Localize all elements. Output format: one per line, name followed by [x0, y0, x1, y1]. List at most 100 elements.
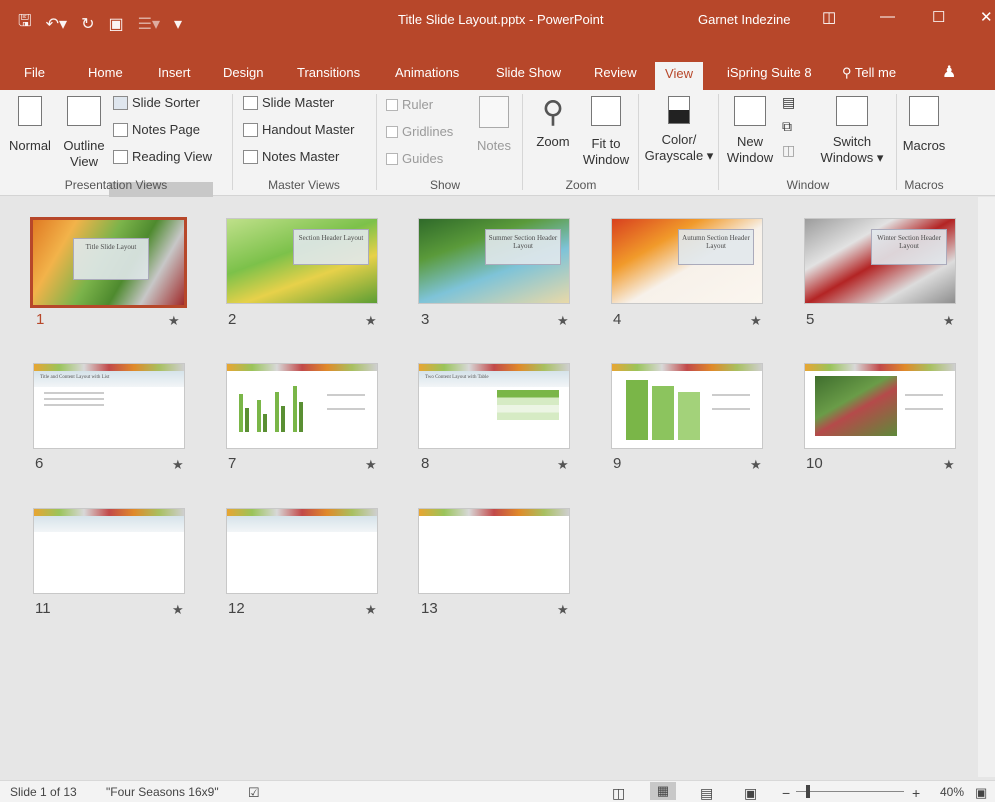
star-icon[interactable]: ★ [172, 457, 184, 473]
ribbon-display-options-icon[interactable]: ◫ [822, 8, 836, 26]
zoom-out-button[interactable]: − [782, 785, 790, 801]
slide-thumbnail[interactable] [804, 363, 956, 449]
checkbox-icon [386, 125, 398, 138]
notes-page-icon [113, 122, 128, 137]
paste-options-icon[interactable]: ☰▾ [138, 14, 160, 34]
user-name[interactable]: Garnet Indezine [698, 12, 791, 27]
seasonal-banner [227, 364, 377, 371]
seasonal-banner [34, 509, 184, 516]
cascade-icon[interactable]: ⧉ [782, 118, 792, 135]
title-band [34, 516, 184, 532]
star-icon[interactable]: ★ [943, 457, 955, 473]
star-icon[interactable]: ★ [557, 602, 569, 618]
checkbox-icon [386, 98, 398, 111]
move-split-icon[interactable]: ◫ [782, 142, 795, 159]
slide-thumbnail[interactable] [226, 363, 378, 449]
slide-sorter-pane: Title Slide Layout 1 ★ Section Header La… [8, 197, 978, 777]
slide-thumbnail[interactable]: Summer Section Header Layout [418, 218, 570, 304]
slide-thumbnail[interactable]: Autumn Section Header Layout [611, 218, 763, 304]
outline-view-button[interactable]: Outline View [58, 96, 110, 169]
slide-thumbnail[interactable]: Section Header Layout [226, 218, 378, 304]
handout-master-button[interactable]: Handout Master [243, 122, 355, 137]
slide-thumbnail[interactable] [611, 363, 763, 449]
slide-show-icon[interactable]: ▣ [744, 785, 757, 802]
start-from-beginning-icon[interactable]: ▣ [108, 14, 123, 34]
chart-bar [293, 386, 297, 432]
star-icon[interactable]: ★ [557, 313, 569, 329]
slide-thumbnail[interactable] [226, 508, 378, 594]
star-icon[interactable]: ★ [168, 313, 180, 329]
star-icon[interactable]: ★ [557, 457, 569, 473]
theme-name[interactable]: "Four Seasons 16x9" [106, 785, 219, 799]
share-icon[interactable]: ♟ [938, 62, 960, 88]
star-icon[interactable]: ★ [365, 457, 377, 473]
vertical-scrollbar[interactable] [978, 197, 995, 777]
zoom-level[interactable]: 40% [940, 785, 964, 799]
tab-file[interactable]: File [20, 62, 49, 88]
redo-icon[interactable]: ↻ [81, 14, 94, 34]
magnifier-icon: ⚲ [542, 96, 564, 129]
bullet-line [44, 398, 104, 400]
arrange-all-icon[interactable]: ▤ [782, 94, 795, 111]
star-icon[interactable]: ★ [172, 602, 184, 618]
zoom-slider-track[interactable] [796, 791, 904, 792]
notes-button[interactable]: Notes [472, 96, 516, 153]
minimize-icon[interactable]: — [880, 8, 895, 25]
slide-master-icon [243, 95, 258, 110]
color-grayscale-icon [668, 96, 690, 124]
normal-view-button[interactable]: Normal [4, 96, 56, 153]
normal-view-icon[interactable]: ◫ [612, 785, 625, 802]
macros-button[interactable]: Macros [898, 96, 950, 153]
slide-thumbnail[interactable] [33, 508, 185, 594]
tab-review[interactable]: Review [590, 62, 641, 88]
spelling-check-icon[interactable]: ☑ [248, 785, 260, 801]
ruler-checkbox[interactable]: Ruler [386, 97, 433, 112]
undo-icon[interactable]: ↶▾ [46, 14, 67, 34]
slide-sorter-button[interactable]: Slide Sorter [113, 95, 200, 110]
tab-view[interactable]: View [655, 62, 703, 92]
notes-page-button[interactable]: Notes Page [113, 122, 200, 137]
tab-insert[interactable]: Insert [154, 62, 195, 88]
fit-to-window-button[interactable]: Fit to Window [580, 96, 632, 167]
slide-master-button[interactable]: Slide Master [243, 95, 334, 110]
reading-view-icon[interactable]: ▤ [700, 785, 713, 802]
slide-thumbnail[interactable]: Title and Content Layout with List [33, 363, 185, 449]
slide-sorter-icon[interactable]: ▦ [650, 782, 676, 800]
tab-slide-show[interactable]: Slide Show [492, 62, 565, 88]
maximize-icon[interactable]: ☐ [932, 8, 945, 26]
slide-thumbnail[interactable]: Title Slide Layout [30, 217, 187, 308]
customize-qat-icon[interactable]: ▾ [174, 14, 182, 34]
slide-number: 6 [35, 455, 44, 472]
save-icon[interactable]: 🖫 [18, 10, 32, 37]
switch-windows-button[interactable]: Switch Windows ▾ [812, 96, 892, 165]
color-grayscale-button[interactable]: Color/ Grayscale ▾ [642, 96, 716, 163]
fit-slide-icon[interactable]: ▣ [975, 785, 987, 801]
star-icon[interactable]: ★ [943, 313, 955, 329]
star-icon[interactable]: ★ [365, 602, 377, 618]
zoom-button[interactable]: ⚲ Zoom [530, 96, 576, 149]
gridlines-checkbox[interactable]: Gridlines [386, 124, 453, 139]
tab-design[interactable]: Design [219, 62, 267, 88]
star-icon[interactable]: ★ [365, 313, 377, 329]
slide-thumbnail[interactable] [418, 508, 570, 594]
new-window-button[interactable]: New Window [722, 96, 778, 165]
tab-tell-me[interactable]: ⚲ Tell me [838, 62, 900, 88]
tab-home[interactable]: Home [84, 62, 127, 88]
tab-ispring[interactable]: iSpring Suite 8 [723, 62, 816, 88]
zoom-in-button[interactable]: + [912, 785, 920, 801]
seasonal-banner [34, 364, 184, 371]
slide-thumbnail[interactable]: Winter Section Header Layout [804, 218, 956, 304]
tab-transitions[interactable]: Transitions [293, 62, 364, 88]
table-placeholder [497, 390, 559, 420]
close-icon[interactable]: ✕ [980, 8, 993, 26]
guides-checkbox[interactable]: Guides [386, 151, 443, 166]
reading-view-button[interactable]: Reading View [113, 149, 212, 164]
notes-master-button[interactable]: Notes Master [243, 149, 339, 164]
slide-thumbnail[interactable]: Two Content Layout with Table [418, 363, 570, 449]
star-icon[interactable]: ★ [750, 313, 762, 329]
tab-animations[interactable]: Animations [391, 62, 463, 88]
group-label-show: Show [429, 178, 461, 192]
star-icon[interactable]: ★ [750, 457, 762, 473]
chart-bar [257, 400, 261, 432]
zoom-slider-thumb[interactable] [806, 785, 810, 798]
